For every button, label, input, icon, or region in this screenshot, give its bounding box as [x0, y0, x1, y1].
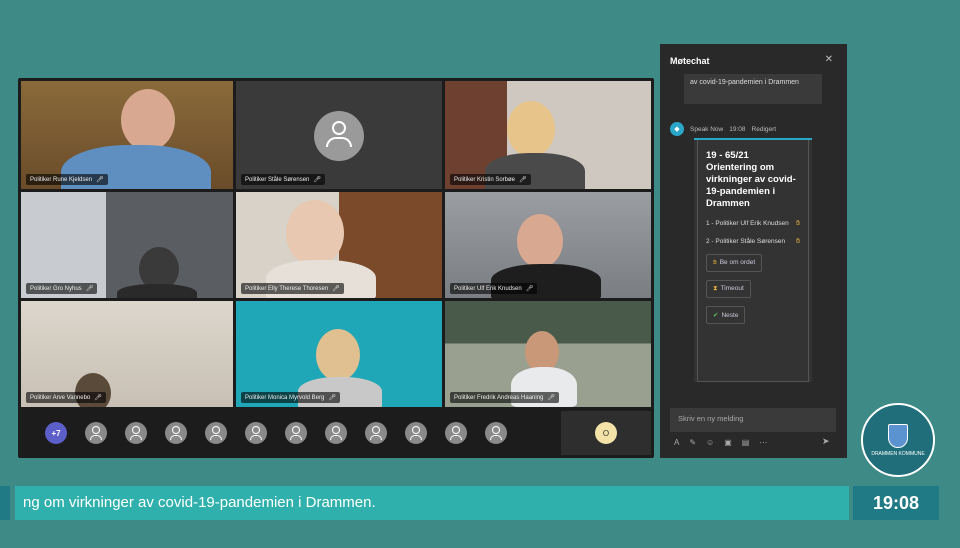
card-title: 19 - 65/21 Orientering om virkninger av …	[706, 150, 796, 209]
chat-title: Møtechat	[670, 56, 710, 66]
more-participants-button[interactable]: +7	[45, 422, 67, 444]
participant-name: Politiker Ulf Erik Knudsen 🎤︎	[450, 283, 538, 294]
video-tile[interactable]: Politiker Elly Therese Thoresen 🎤︎	[236, 192, 442, 298]
speak-now-card: 19 - 65/21 Orientering om virkninger av …	[694, 138, 812, 382]
speaker-item: 2 - Politiker Ståle Sørensen ✋︎	[706, 238, 800, 245]
more-icon[interactable]: ⋯	[759, 438, 767, 447]
avatar-icon[interactable]	[325, 422, 347, 444]
clock: 19:08	[853, 486, 939, 520]
sender-name: Speak Now	[690, 125, 724, 133]
mic-icon: 🎤︎	[328, 395, 336, 401]
municipality-logo: DRAMMEN KOMMUNE	[861, 403, 935, 477]
message-input[interactable]: Skriv en ny melding	[670, 408, 836, 432]
participant-figure	[117, 284, 197, 298]
mic-icon: 🎤︎	[85, 286, 94, 292]
timeout-button[interactable]: ⧗ Timeout	[706, 280, 751, 298]
mic-icon: 🎤︎	[547, 395, 556, 401]
participant-figure	[507, 101, 555, 157]
avatar-icon[interactable]	[485, 422, 507, 444]
sticker-icon[interactable]: ▤	[742, 438, 750, 447]
meeting-chat-panel: Møtechat ✕ av covid-19-pandemien i Dramm…	[660, 44, 847, 458]
chat-message: av covid-19-pandemien i Drammen	[684, 74, 822, 104]
send-icon[interactable]: ➤	[822, 436, 830, 447]
self-view[interactable]: O	[561, 411, 651, 455]
participant-figure	[316, 329, 360, 381]
video-tile[interactable]: Politiker Ulf Erik Knudsen 🎤︎	[445, 192, 651, 298]
participant-name: Politiker Rune Kjeldsen 🎤︎	[26, 174, 108, 185]
edited-label: Redigert	[751, 125, 777, 133]
participant-name: Politiker Monica Myrvold Berg 🎤︎	[241, 392, 340, 403]
participant-name: Politiker Gro Nyhus 🎤︎	[26, 283, 98, 294]
avatar-icon[interactable]	[125, 422, 147, 444]
raised-hand-icon: ✋︎	[713, 259, 717, 266]
coat-of-arms-icon	[888, 423, 908, 448]
mic-icon: 🎤︎	[96, 177, 104, 183]
close-icon[interactable]: ✕	[825, 54, 833, 65]
video-tile[interactable]: Politiker Fredrik Andreas Haaning 🎤︎	[445, 301, 651, 407]
next-button[interactable]: ✔ Neste	[706, 306, 746, 324]
participant-name: Politiker Kristin Sorbøe 🎤︎	[450, 174, 531, 185]
bot-icon: ◆	[670, 122, 684, 136]
participant-name: Politiker Arve Vannebo 🎤︎	[26, 392, 106, 403]
mic-icon: 🎤︎	[519, 177, 527, 183]
mic-icon: 🎤︎	[94, 395, 102, 401]
hourglass-icon: ⧗	[713, 285, 718, 292]
avatar-icon[interactable]	[445, 422, 467, 444]
video-tile[interactable]: Politiker Arve Vannebo 🎤︎	[21, 301, 233, 407]
ticker-accent	[0, 486, 10, 520]
gif-icon[interactable]: ▣	[724, 438, 732, 447]
participant-figure	[121, 89, 175, 151]
video-tile[interactable]: Politiker Kristin Sorbøe 🎤︎	[445, 81, 651, 189]
ticker-text: ng om virkninger av covid-19-pandemien i…	[15, 486, 849, 520]
video-grid: Politiker Rune Kjeldsen 🎤︎ Politiker Stål…	[21, 81, 651, 407]
participant-name: Politiker Ståle Sørensen 🎤︎	[241, 174, 325, 185]
avatar-icon[interactable]	[85, 422, 107, 444]
avatar-icon	[326, 137, 352, 147]
video-tile[interactable]: Politiker Ståle Sørensen 🎤︎	[236, 81, 442, 189]
logo-text: DRAMMEN KOMMUNE	[871, 450, 925, 457]
participant-figure	[517, 214, 563, 268]
avatar-icon[interactable]	[285, 422, 307, 444]
teams-meeting-window: Politiker Rune Kjeldsen 🎤︎ Politiker Stål…	[18, 78, 654, 458]
request-speak-button[interactable]: ✋︎ Be om ordet	[706, 254, 763, 272]
participant-name: Politiker Fredrik Andreas Haaning 🎤︎	[450, 392, 560, 403]
mic-icon: 🎤︎	[525, 286, 534, 292]
speaker-item: 1 - Politiker Ulf Erik Knudsen ✋︎	[706, 220, 800, 227]
avatar-icon[interactable]	[245, 422, 267, 444]
avatar-icon	[332, 121, 346, 135]
participant-name: Politiker Elly Therese Thoresen 🎤︎	[241, 283, 344, 294]
emoji-icon[interactable]: ☺	[706, 438, 714, 447]
self-avatar: O	[595, 422, 617, 444]
compose-toolbar: A ✎ ☺ ▣ ▤ ⋯	[674, 438, 767, 447]
video-tile[interactable]: Politiker Rune Kjeldsen 🎤︎	[21, 81, 233, 189]
avatar-icon	[314, 111, 364, 161]
mic-icon: 🎤︎	[332, 286, 340, 292]
check-icon: ✔	[713, 312, 719, 319]
raised-hand-icon: ✋︎	[796, 220, 800, 227]
avatar-icon[interactable]	[165, 422, 187, 444]
message-header: ◆ Speak Now 19:08 Redigert	[670, 122, 776, 136]
message-time: 19:08	[729, 125, 746, 133]
avatar-icon[interactable]	[205, 422, 227, 444]
avatar-icon[interactable]	[405, 422, 427, 444]
raised-hand-icon: ✋︎	[796, 238, 800, 245]
video-tile[interactable]: Politiker Gro Nyhus 🎤︎	[21, 192, 233, 298]
format-icon[interactable]: A	[674, 438, 679, 447]
mic-icon: 🎤︎	[313, 177, 321, 183]
attach-icon[interactable]: ✎	[689, 438, 696, 447]
participant-figure	[286, 200, 344, 266]
participant-strip: +7	[21, 411, 561, 455]
video-tile[interactable]: Politiker Monica Myrvold Berg 🎤︎	[236, 301, 442, 407]
avatar-icon[interactable]	[365, 422, 387, 444]
